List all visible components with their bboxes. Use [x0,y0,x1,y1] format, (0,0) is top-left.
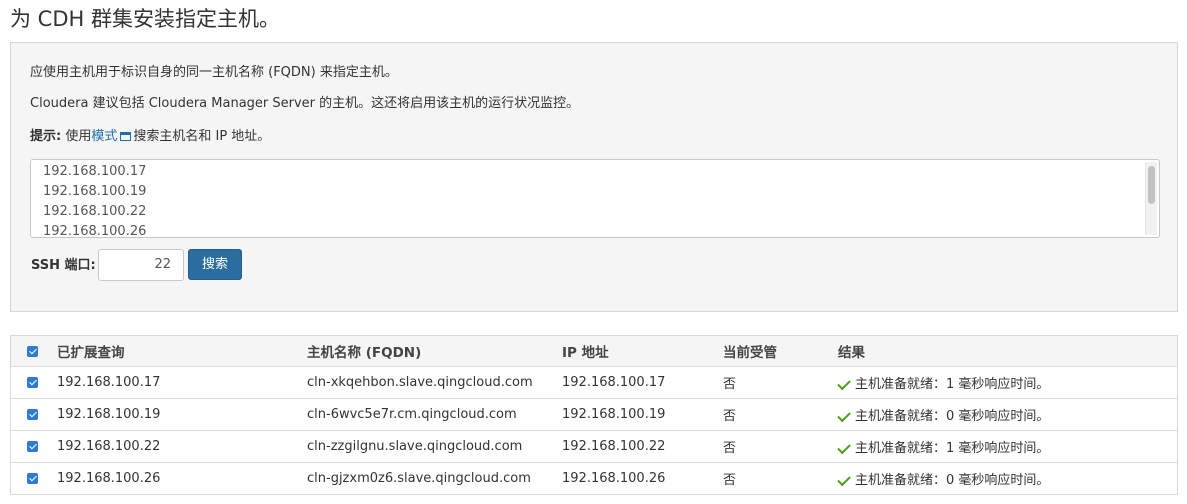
cell-hostname: cln-zzgilgnu.slave.qingcloud.com [307,430,562,463]
header-expanded-query[interactable]: 已扩展查询 [57,335,307,367]
header-ip[interactable]: IP 地址 [562,335,723,367]
row-checkbox[interactable] [27,409,38,420]
cell-managed: 否 [723,430,838,463]
row-checkbox[interactable] [27,441,38,452]
cell-hostname: cln-gjzxm0z6.slave.qingcloud.com [307,462,562,495]
table-header-row: 已扩展查询 主机名称 (FQDN) IP 地址 当前受管 结果 [10,335,1178,367]
hosts-textarea[interactable]: 192.168.100.17 192.168.100.19 192.168.10… [30,159,1160,238]
cell-expanded-query: 192.168.100.26 [57,462,307,495]
mode-link[interactable]: 模式 [91,129,117,144]
cell-expanded-query: 192.168.100.19 [57,398,307,431]
table-row: 192.168.100.19 cln-6wvc5e7r.cm.qingcloud… [10,398,1178,431]
result-text: 主机准备就绪：0 毫秒响应时间。 [855,473,1050,488]
host-search-panel: 应使用主机用于标识自身的同一主机名称 (FQDN) 来指定主机。 Clouder… [10,42,1178,312]
check-icon [837,376,851,390]
row-select-cell [10,398,57,431]
textarea-scrollbar[interactable] [1145,162,1157,235]
hint-use: 使用 [61,129,92,144]
ssh-port-input[interactable]: 22 [98,249,184,281]
hint-suffix: 搜索主机名和 IP 地址。 [133,129,271,144]
cell-hostname: cln-xkqehbon.slave.qingcloud.com [307,366,562,399]
result-text: 主机准备就绪：1 毫秒响应时间。 [855,441,1050,456]
host-results-table: 已扩展查询 主机名称 (FQDN) IP 地址 当前受管 结果 192.168.… [10,335,1178,495]
check-icon [837,408,851,422]
row-checkbox[interactable] [27,377,38,388]
hosts-line: 192.168.100.22 [43,204,147,219]
cell-managed: 否 [723,366,838,399]
scrollbar-thumb[interactable] [1148,166,1155,204]
check-icon [837,440,851,454]
cell-ip: 192.168.100.19 [562,398,723,431]
hosts-line: 192.168.100.19 [43,184,147,199]
header-hostname[interactable]: 主机名称 (FQDN) [307,335,562,367]
select-all-checkbox[interactable] [27,345,38,357]
row-select-cell [10,462,57,495]
hint-prefix: 提示: [30,129,62,144]
cell-result: 主机准备就绪：1 毫秒响应时间。 [837,430,1178,463]
row-select-cell [10,430,57,463]
search-button[interactable]: 搜索 [188,249,242,280]
cell-result: 主机准备就绪：0 毫秒响应时间。 [837,462,1178,495]
hint-text: 提示: 使用模式 搜索主机名和 IP 地址。 [30,128,270,146]
cell-managed: 否 [723,462,838,495]
table-row: 192.168.100.17 cln-xkqehbon.slave.qingcl… [10,366,1178,399]
cell-managed: 否 [723,398,838,431]
table-row: 192.168.100.22 cln-zzgilgnu.slave.qingcl… [10,430,1178,463]
header-result[interactable]: 结果 [838,335,1178,367]
table-row: 192.168.100.26 cln-gjzxm0z6.slave.qingcl… [10,462,1178,495]
instruction-text: 应使用主机用于标识自身的同一主机名称 (FQDN) 来指定主机。 [30,65,398,80]
header-managed[interactable]: 当前受管 [723,335,838,367]
cell-hostname: cln-6wvc5e7r.cm.qingcloud.com [307,398,562,431]
window-icon [120,132,132,141]
recommendation-text: Cloudera 建议包括 Cloudera Manager Server 的主… [30,96,580,111]
page-title: 为 CDH 群集安装指定主机。 [10,7,280,31]
cell-expanded-query: 192.168.100.22 [57,430,307,463]
result-text: 主机准备就绪：0 毫秒响应时间。 [855,409,1050,424]
header-select-cell [10,335,57,367]
hosts-line: 192.168.100.26 [43,224,147,238]
cell-ip: 192.168.100.17 [562,366,723,399]
cell-ip: 192.168.100.26 [562,462,723,495]
row-checkbox[interactable] [27,473,38,484]
cell-result: 主机准备就绪：1 毫秒响应时间。 [837,366,1178,399]
ssh-port-label: SSH 端口: [31,258,96,273]
cell-result: 主机准备就绪：0 毫秒响应时间。 [837,398,1178,431]
hosts-line: 192.168.100.17 [43,164,147,179]
check-icon [837,472,851,486]
row-select-cell [10,366,57,399]
cell-expanded-query: 192.168.100.17 [57,366,307,399]
result-text: 主机准备就绪：1 毫秒响应时间。 [855,377,1050,392]
cell-ip: 192.168.100.22 [562,430,723,463]
